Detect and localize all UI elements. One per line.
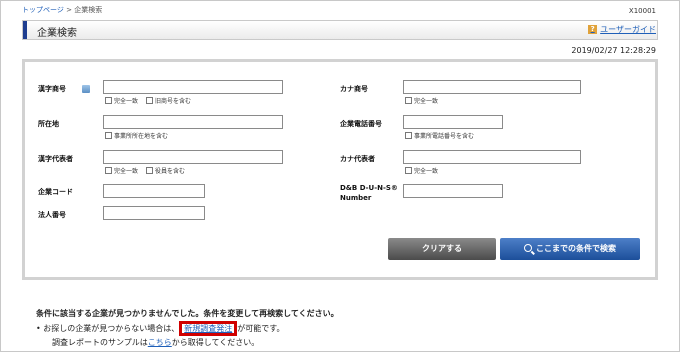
user-guide-link[interactable]: ? ユーザーガイド	[588, 24, 656, 35]
checkbox-box[interactable]	[405, 132, 412, 139]
sample-report-line: 調査レポートのサンプルはこちらから取得してください。	[52, 337, 259, 348]
kanji-name-label: 漢字商号	[38, 85, 66, 93]
page-title: 企業検索	[37, 28, 77, 39]
include-old-name-checkbox[interactable]: 旧商号を含む	[146, 96, 191, 105]
kana-rep-exact-match-checkbox[interactable]: 完全一致	[405, 166, 438, 175]
help-icon: ?	[588, 25, 598, 34]
breadcrumb: トップページ > 企業検索	[22, 5, 102, 15]
checkbox-box[interactable]	[146, 167, 153, 174]
new-survey-order-link[interactable]: 新規調査発注	[184, 324, 232, 333]
sample-text-post: から取得してください。	[171, 338, 260, 347]
info-icon[interactable]	[82, 85, 90, 93]
checkbox-label: 事業所電話番号を含む	[414, 133, 475, 140]
user-guide-label[interactable]: ユーザーガイド	[600, 24, 656, 35]
kana-rep-label: カナ代表者	[340, 155, 375, 163]
address-label: 所在地	[38, 120, 59, 128]
kanji-name-input[interactable]	[103, 80, 283, 94]
title-accent	[23, 21, 27, 39]
duns-label-line2: Number	[340, 194, 372, 202]
address-input[interactable]	[103, 115, 283, 129]
timestamp: 2019/02/27 12:28:29	[571, 46, 656, 55]
checkbox-box[interactable]	[146, 97, 153, 104]
kana-name-input[interactable]	[403, 80, 581, 94]
company-code-input[interactable]	[103, 184, 205, 198]
checkbox-label: 完全一致	[414, 168, 439, 175]
kanji-rep-input[interactable]	[103, 150, 283, 164]
new-survey-text-post: が可能です。	[237, 324, 285, 333]
breadcrumb-current: 企業検索	[74, 6, 103, 14]
include-branch-phone-checkbox[interactable]: 事業所電話番号を含む	[405, 131, 474, 140]
checkbox-box[interactable]	[405, 167, 412, 174]
include-officers-checkbox[interactable]: 役員を含む	[146, 166, 185, 175]
kanji-rep-label: 漢字代表者	[38, 155, 73, 163]
new-survey-line: • お探しの企業が見つからない場合は、 新規調査発注 が可能です。	[36, 321, 285, 336]
checkbox-label: 完全一致	[414, 98, 439, 105]
new-survey-highlight: 新規調査発注	[179, 321, 238, 336]
sample-report-link[interactable]: こちら	[148, 338, 172, 347]
duns-input[interactable]	[403, 184, 503, 198]
checkbox-label: 完全一致	[114, 98, 139, 105]
corp-number-input[interactable]	[103, 206, 205, 220]
duns-label-line1: D&B D-U-N-S®	[340, 184, 398, 192]
kanji-exact-match-checkbox[interactable]: 完全一致	[105, 96, 138, 105]
new-survey-text-pre: お探しの企業が見つからない場合は、	[43, 324, 180, 333]
phone-label: 企業電話番号	[340, 120, 382, 128]
rep-exact-match-checkbox[interactable]: 完全一致	[105, 166, 138, 175]
search-icon	[524, 244, 532, 252]
screen-id: X10001	[628, 7, 656, 15]
breadcrumb-home-link[interactable]: トップページ	[22, 6, 64, 14]
checkbox-box[interactable]	[105, 132, 112, 139]
checkbox-box[interactable]	[405, 97, 412, 104]
no-results-message: 条件に該当する企業が見つかりませんでした。条件を変更して再検索してください。	[36, 309, 339, 318]
page-title-bar: 企業検索	[22, 20, 658, 40]
checkbox-box[interactable]	[105, 167, 112, 174]
clear-button[interactable]: クリアする	[388, 238, 496, 260]
kana-name-label: カナ商号	[340, 85, 368, 93]
checkbox-label: 完全一致	[114, 168, 139, 175]
include-branch-address-checkbox[interactable]: 事業所所在地を含む	[105, 131, 168, 140]
search-button[interactable]: ここまでの条件で検索	[500, 238, 640, 260]
kana-exact-match-checkbox[interactable]: 完全一致	[405, 96, 438, 105]
checkbox-label: 役員を含む	[155, 168, 186, 175]
phone-input[interactable]	[403, 115, 503, 129]
bullet: •	[36, 324, 41, 333]
sample-text-pre: 調査レポートのサンプルは	[52, 338, 148, 347]
search-button-label: ここまでの条件で検索	[536, 244, 616, 253]
checkbox-box[interactable]	[105, 97, 112, 104]
kana-rep-input[interactable]	[403, 150, 581, 164]
breadcrumb-separator: >	[66, 6, 72, 14]
checkbox-label: 旧商号を含む	[155, 98, 192, 105]
company-code-label: 企業コード	[38, 188, 73, 196]
checkbox-label: 事業所所在地を含む	[114, 133, 169, 140]
corp-number-label: 法人番号	[38, 211, 66, 219]
